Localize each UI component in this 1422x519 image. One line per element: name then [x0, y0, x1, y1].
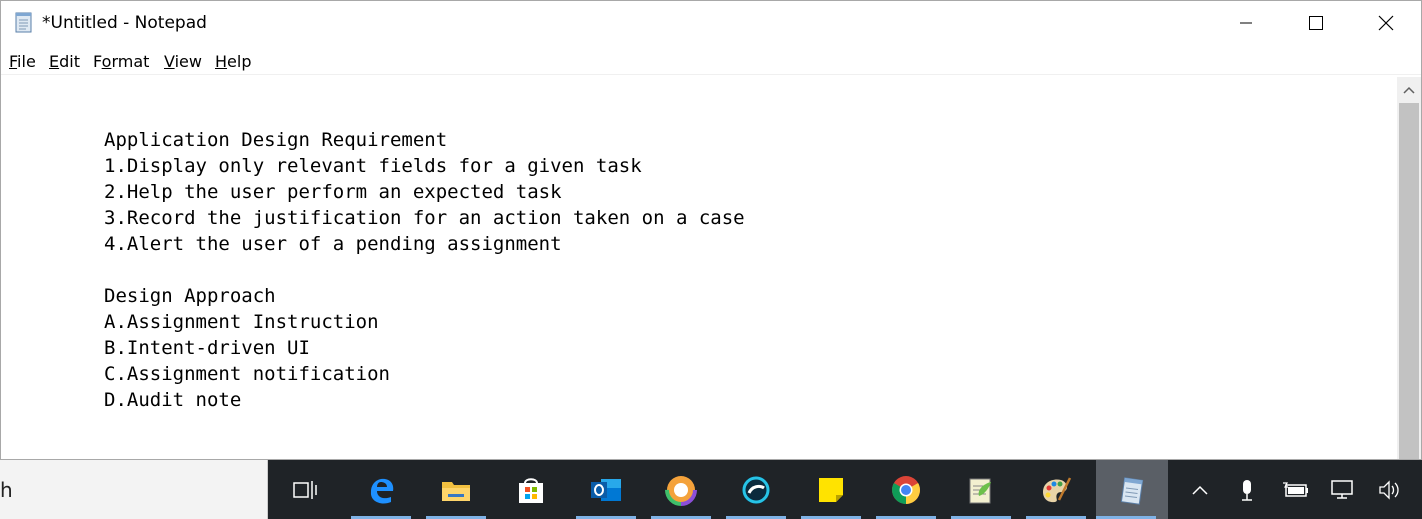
webex-icon	[742, 475, 770, 504]
volume-icon	[1379, 479, 1399, 500]
paint-icon	[1043, 476, 1072, 502]
taskbar: h	[0, 460, 1422, 519]
menu-help[interactable]: Help	[215, 52, 251, 71]
minimize-button[interactable]	[1211, 1, 1281, 45]
title-bar[interactable]: *Untitled - Notepad	[1, 1, 1421, 45]
battery-icon	[1283, 481, 1308, 497]
taskbar-store[interactable]	[501, 460, 561, 519]
menu-file[interactable]: File	[9, 52, 36, 71]
tray-battery[interactable]	[1276, 460, 1316, 519]
menu-edit[interactable]: Edit	[49, 52, 80, 71]
task-view-button[interactable]	[275, 460, 335, 519]
file-explorer-icon	[442, 481, 470, 501]
notepad-icon	[1120, 476, 1144, 505]
window-title: *Untitled - Notepad	[42, 13, 207, 33]
outlook-icon	[591, 478, 621, 501]
task-view-icon	[293, 480, 317, 499]
menu-file-accel: F	[9, 52, 18, 71]
search-text: h	[0, 478, 13, 502]
taskbar-chrome[interactable]	[876, 460, 936, 519]
menu-help-accel: H	[215, 52, 228, 71]
chrome-icon	[892, 475, 920, 504]
doc-line: A.Assignment Instruction	[104, 311, 379, 333]
notepadpp-icon	[969, 478, 991, 503]
sticky-notes-icon	[819, 477, 843, 502]
tray-microphone[interactable]	[1227, 460, 1267, 519]
close-icon	[1378, 15, 1394, 31]
doc-line: 1.Display only relevant fields for a giv…	[104, 155, 642, 177]
tray-network[interactable]	[1323, 460, 1363, 519]
taskbar-file-explorer[interactable]	[426, 460, 486, 519]
show-hidden-icons-chevron	[1192, 485, 1208, 495]
store-icon	[519, 477, 543, 503]
scroll-up-button[interactable]	[1397, 77, 1421, 103]
menu-bar: File Edit Format View Help	[1, 45, 1421, 75]
network-icon	[1331, 479, 1353, 499]
menu-view-label: iew	[174, 52, 202, 71]
doc-line: B.Intent-driven UI	[104, 337, 310, 359]
menu-format-label: rmat	[111, 52, 150, 71]
doc-line: 4.Alert the user of a pending assignment	[104, 233, 562, 255]
minimize-icon	[1240, 22, 1252, 24]
taskbar-notepad[interactable]	[1096, 460, 1168, 519]
doc-line: Design Approach	[104, 285, 276, 307]
taskbar-sticky-notes[interactable]	[801, 460, 861, 519]
menu-edit-accel: E	[49, 52, 60, 71]
show-hidden-icons[interactable]	[1180, 460, 1220, 519]
menu-view-accel: V	[164, 52, 175, 71]
close-button[interactable]	[1351, 1, 1421, 45]
menu-file-label: ile	[17, 52, 36, 71]
doc-line: C.Assignment notification	[104, 363, 390, 385]
maximize-button[interactable]	[1281, 1, 1351, 45]
chevron-up-icon	[1403, 86, 1415, 94]
doc-line: 2.Help the user perform an expected task	[104, 181, 562, 203]
menu-edit-label: dit	[59, 52, 80, 71]
doc-line: Application Design Requirement	[104, 129, 448, 151]
taskbar-camera-app[interactable]	[651, 460, 711, 519]
taskbar-webex[interactable]	[726, 460, 786, 519]
scroll-thumb[interactable]	[1399, 103, 1419, 459]
edge-icon	[370, 478, 394, 504]
menu-format-pre: F	[93, 52, 102, 71]
search-box[interactable]: h	[0, 460, 268, 519]
notepad-icon[interactable]	[13, 10, 35, 34]
microphone-icon	[1242, 479, 1252, 501]
doc-line: D.Audit note	[104, 389, 242, 411]
tray-volume[interactable]	[1370, 460, 1410, 519]
menu-help-label: elp	[227, 52, 252, 71]
text-editor[interactable]: Application Design Requirement 1.Display…	[1, 77, 1397, 459]
notepad-window: *Untitled - Notepad File Edit Format Vie…	[0, 0, 1422, 460]
menu-format-accel: o	[101, 52, 112, 71]
taskbar-outlook[interactable]	[576, 460, 636, 519]
taskbar-paint[interactable]	[1026, 460, 1086, 519]
menu-format[interactable]: Format	[93, 52, 149, 71]
doc-line: 3.Record the justification for an action…	[104, 207, 745, 229]
maximize-icon	[1309, 16, 1323, 30]
menu-view[interactable]: View	[164, 52, 202, 71]
taskbar-notepadpp[interactable]	[951, 460, 1011, 519]
vertical-scrollbar[interactable]	[1397, 77, 1421, 459]
camera-app-icon	[665, 473, 697, 506]
taskbar-edge[interactable]	[351, 460, 411, 519]
